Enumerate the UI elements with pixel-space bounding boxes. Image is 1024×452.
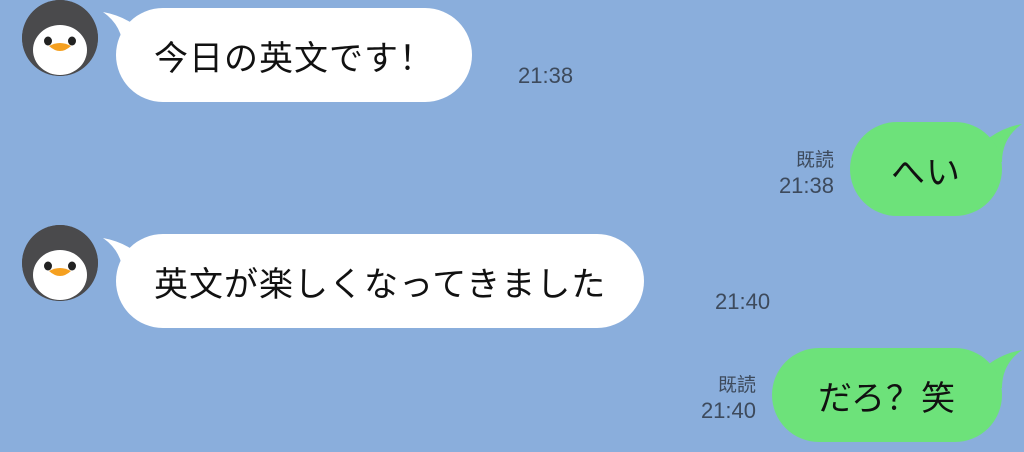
penguin-icon <box>22 0 98 76</box>
message-meta: 既読 21:38 <box>779 147 834 199</box>
read-receipt: 既読 <box>717 374 756 396</box>
chat-area: 今日の英文です！ 21:38 既読 21:38 へい 英文が楽しくなってきました… <box>0 0 1024 452</box>
message-meta: 21:38 <box>518 63 573 89</box>
message-bubble-outgoing[interactable]: へい <box>850 122 1002 216</box>
penguin-avatar[interactable] <box>22 225 98 301</box>
message-bubble-incoming[interactable]: 英文が楽しくなってきました <box>116 234 645 328</box>
message-text: 今日の英文です！ <box>154 38 434 79</box>
message-time: 21:40 <box>715 289 771 314</box>
message-time: 21:40 <box>700 398 756 423</box>
message-bubble-incoming[interactable]: 今日の英文です！ <box>116 8 472 102</box>
message-text: だろ？笑 <box>818 378 956 419</box>
message-text: へい <box>891 152 961 193</box>
message-time: 21:38 <box>778 173 834 198</box>
penguin-avatar[interactable] <box>22 0 98 76</box>
penguin-icon <box>22 225 98 301</box>
message-bubble-outgoing[interactable]: だろ？笑 <box>772 348 1002 442</box>
message-meta: 21:40 <box>715 289 770 315</box>
message-text: 英文が楽しくなってきました <box>154 264 607 305</box>
message-meta: 既読 21:40 <box>701 372 756 424</box>
read-receipt: 既読 <box>795 149 834 171</box>
message-time: 21:38 <box>518 63 574 88</box>
